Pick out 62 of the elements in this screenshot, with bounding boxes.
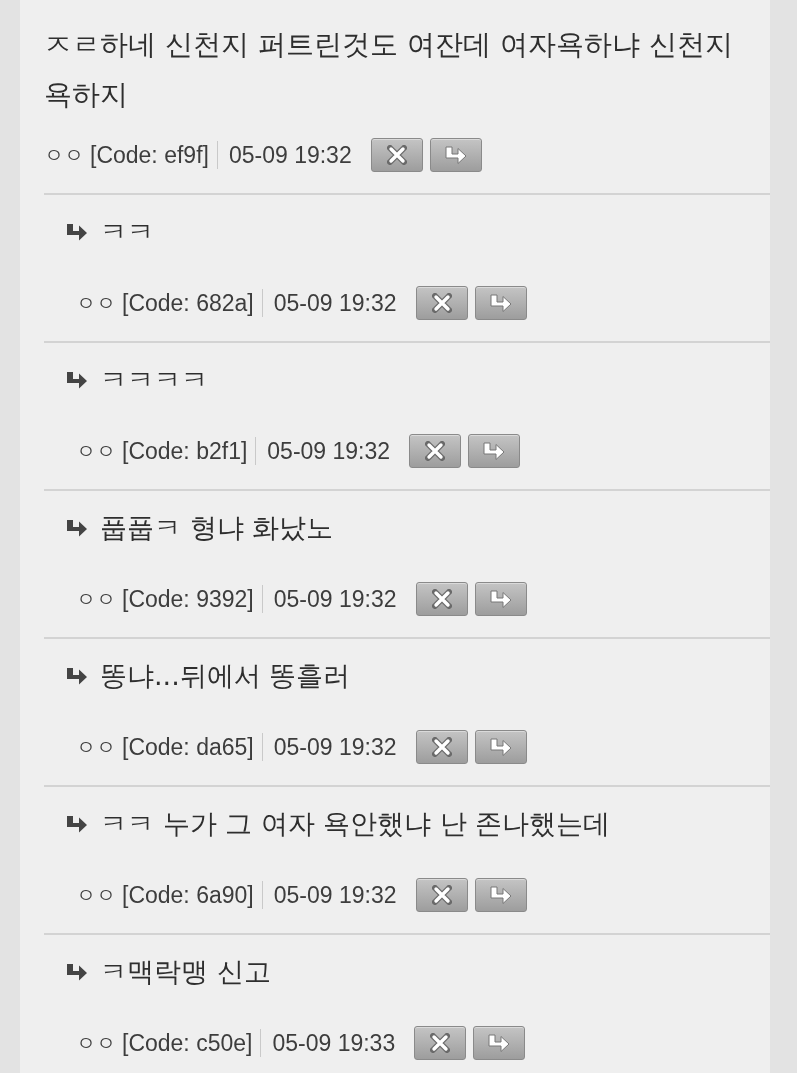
delete-button[interactable]	[415, 878, 468, 912]
author-name: ㅇㅇ	[76, 734, 116, 760]
comment-text: ㅈㄹ하네 신천지 퍼트린것도 여잔데 여자욕하냐 신천지 욕하지	[44, 27, 734, 113]
user-code: [Code: 9392]	[122, 585, 254, 613]
user-code: [Code: b2f1]	[122, 437, 248, 465]
reply-text: ㅋㅋㅋㅋ	[100, 363, 208, 397]
reply-button[interactable]	[429, 138, 482, 172]
delete-button[interactable]	[415, 286, 468, 320]
reply-button[interactable]	[473, 1026, 526, 1060]
reply-button[interactable]	[468, 434, 521, 468]
bent-arrow-icon	[66, 666, 88, 686]
author-name: ㅇㅇ	[76, 290, 116, 316]
timestamp: 05-09 19:32	[273, 585, 397, 613]
reply-text: 풉풉ㅋ 형냐 화났노	[100, 511, 334, 545]
user-code: [Code: da65]	[122, 733, 254, 761]
reply-text: ㅋㅋ 누가 그 여자 욕안했냐 난 존나했는데	[100, 807, 611, 841]
reply-button[interactable]	[474, 582, 527, 616]
timestamp: 05-09 19:32	[273, 733, 397, 761]
timestamp: 05-09 19:32	[273, 881, 397, 909]
delete-button[interactable]	[414, 1026, 467, 1060]
reply-text: 똥냐...뒤에서 똥흘러	[100, 659, 351, 693]
author-name: ㅇㅇ	[76, 882, 116, 908]
cross-icon	[430, 1033, 451, 1053]
bent-arrow-icon	[66, 814, 88, 834]
cross-icon	[431, 589, 452, 609]
bent-arrow-icon	[483, 441, 506, 461]
delete-button[interactable]	[370, 138, 423, 172]
bent-arrow-icon	[66, 962, 88, 982]
reply-text: ㅋㅋ	[100, 215, 154, 249]
bent-arrow-icon	[489, 737, 512, 757]
author-name: ㅇㅇ	[44, 142, 84, 168]
bent-arrow-icon	[489, 885, 512, 905]
author-name: ㅇㅇ	[76, 438, 116, 464]
delete-button[interactable]	[409, 434, 462, 468]
bent-arrow-icon	[488, 1033, 511, 1053]
bent-arrow-icon	[444, 145, 467, 165]
author-name: ㅇㅇ	[76, 586, 116, 612]
cross-icon	[386, 145, 407, 165]
bent-arrow-icon	[489, 589, 512, 609]
timestamp: 05-09 19:32	[228, 141, 352, 169]
reply-button[interactable]	[474, 286, 527, 320]
user-code: [Code: c50e]	[122, 1029, 253, 1057]
user-code: [Code: ef9f]	[90, 141, 209, 169]
timestamp: 05-09 19:32	[267, 437, 391, 465]
cross-icon	[431, 885, 452, 905]
reply-button[interactable]	[474, 878, 527, 912]
timestamp: 05-09 19:33	[272, 1029, 396, 1057]
author-name: ㅇㅇ	[76, 1030, 116, 1056]
timestamp: 05-09 19:32	[273, 289, 397, 317]
user-code: [Code: 682a]	[122, 289, 254, 317]
bent-arrow-icon	[66, 518, 88, 538]
reply-text: ㅋ맥락맹 신고	[100, 955, 271, 989]
reply-button[interactable]	[474, 730, 527, 764]
cross-icon	[431, 737, 452, 757]
bent-arrow-icon	[489, 293, 512, 313]
cross-icon	[431, 293, 452, 313]
cross-icon	[425, 441, 446, 461]
delete-button[interactable]	[415, 730, 468, 764]
bent-arrow-icon	[66, 370, 88, 390]
user-code: [Code: 6a90]	[122, 881, 254, 909]
delete-button[interactable]	[415, 582, 468, 616]
bent-arrow-icon	[66, 222, 88, 242]
